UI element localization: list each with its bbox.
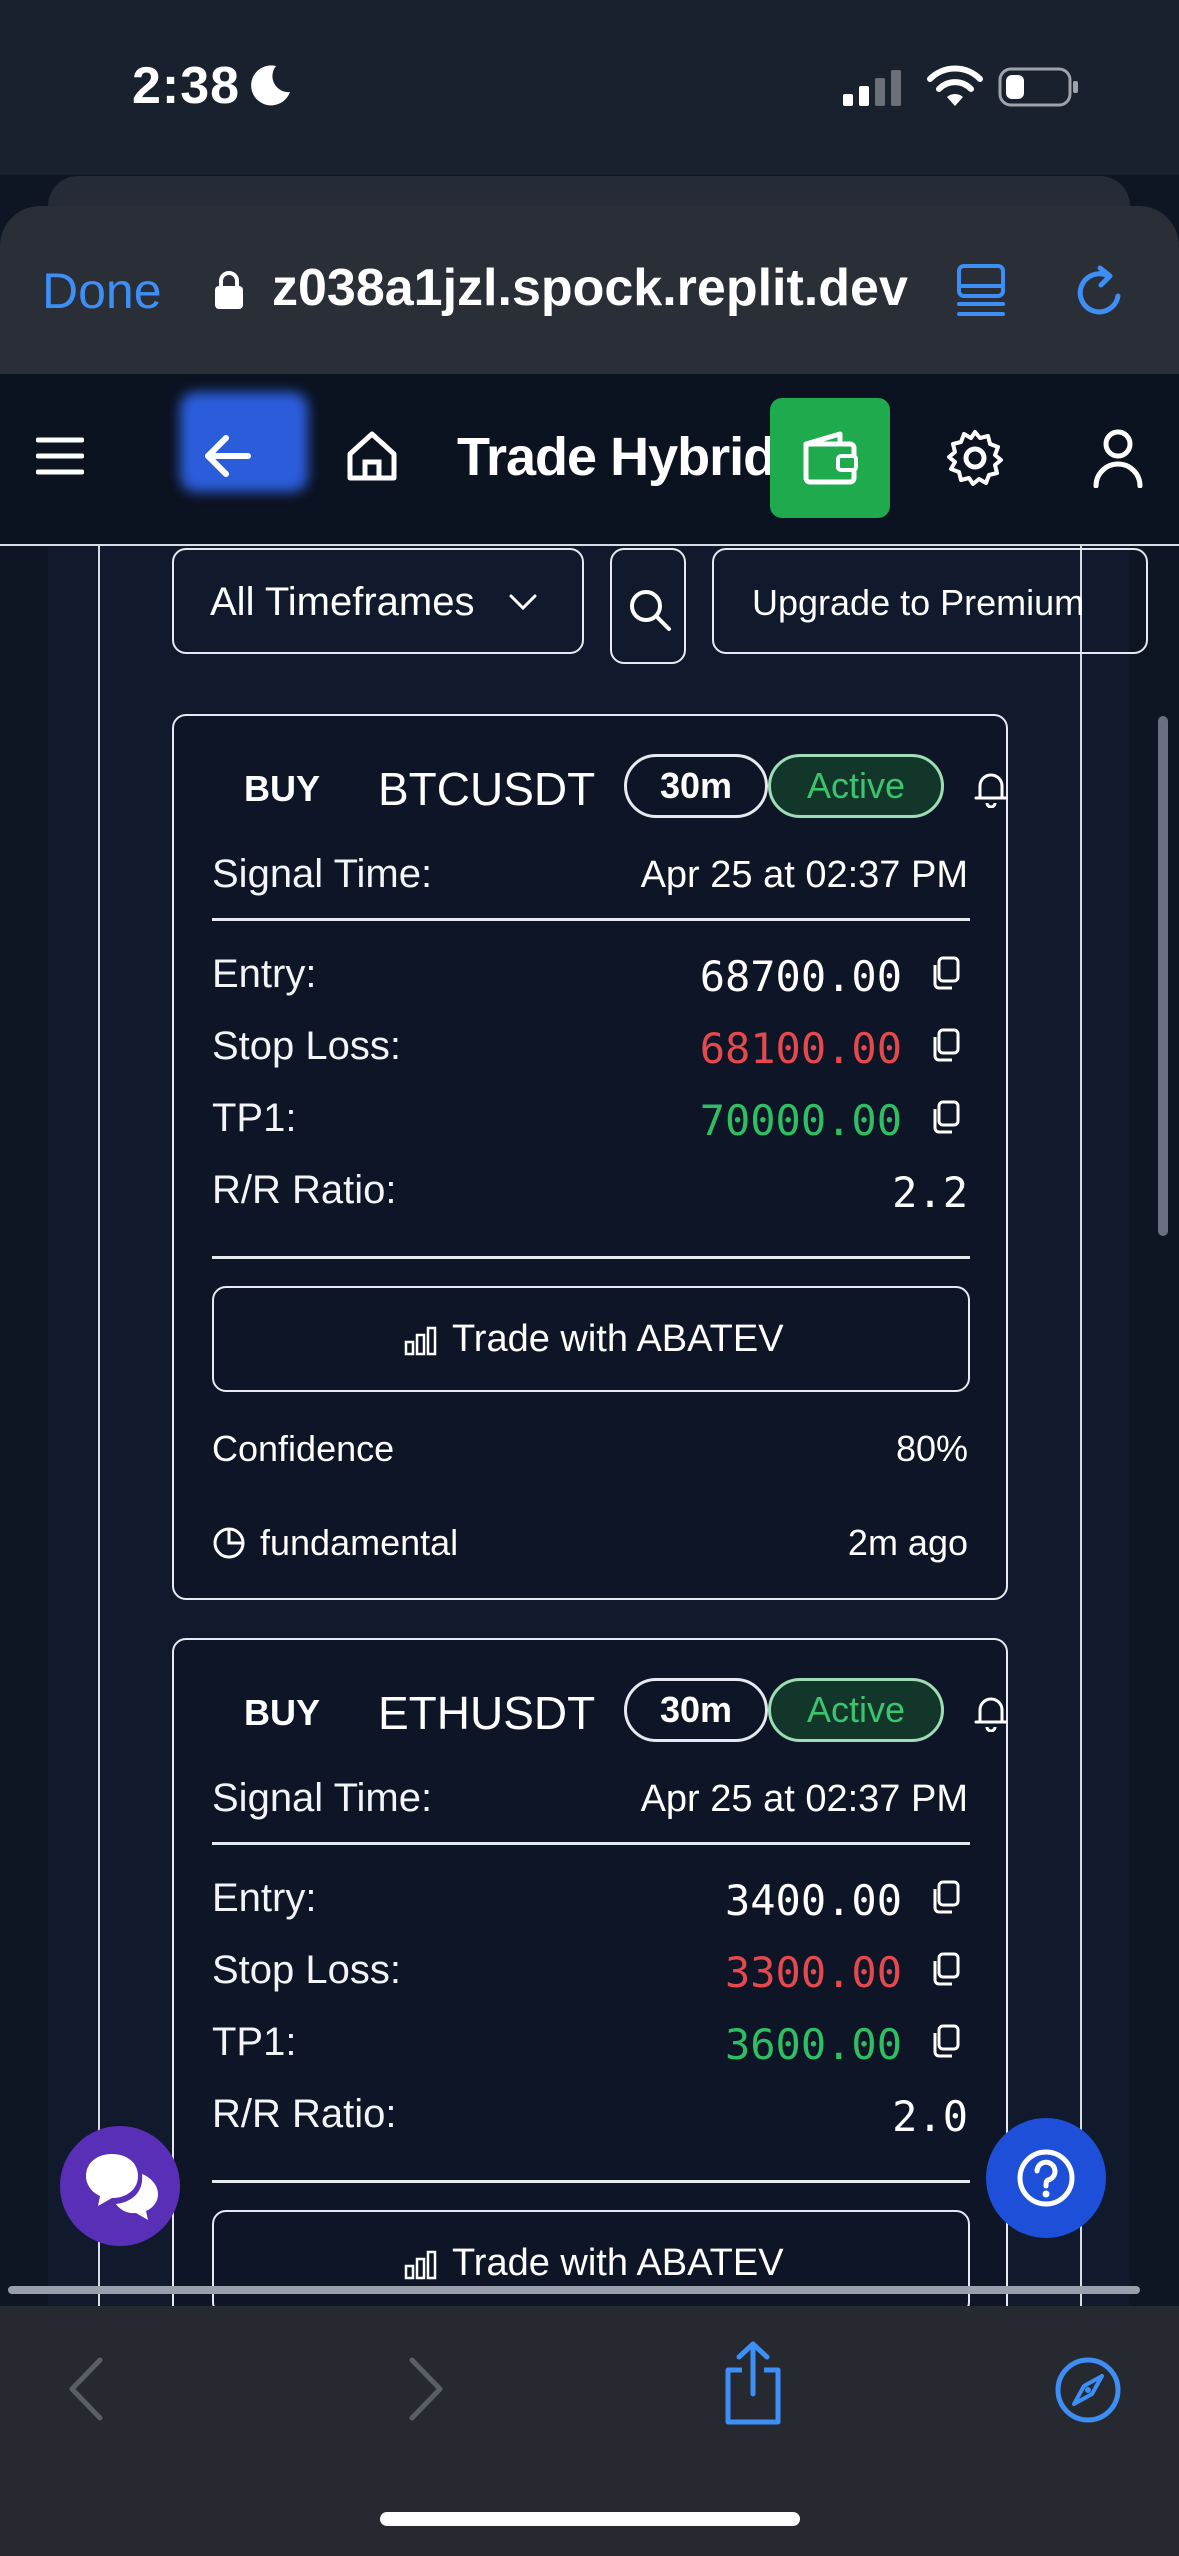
chat-button[interactable] bbox=[60, 2126, 180, 2246]
divider bbox=[212, 1842, 970, 1845]
signal-icon bbox=[843, 70, 901, 106]
panel-border-right bbox=[1080, 546, 1082, 2306]
nav-forward-icon[interactable] bbox=[406, 2356, 446, 2422]
home-icon[interactable] bbox=[344, 428, 400, 484]
entry-label: Entry: bbox=[212, 952, 317, 996]
lock-icon bbox=[215, 271, 243, 309]
signal-side: BUY bbox=[244, 768, 321, 809]
help-button[interactable] bbox=[986, 2118, 1106, 2238]
time-ago: 2m ago bbox=[847, 1522, 968, 1563]
confidence-value: 80% bbox=[895, 1428, 968, 1469]
bar-chart-icon bbox=[404, 2250, 437, 2280]
signal-time-label: Signal Time: bbox=[212, 852, 433, 896]
signal-symbol: BTCUSDT bbox=[378, 763, 596, 815]
user-icon[interactable] bbox=[1092, 428, 1144, 488]
signal-time-label: Signal Time: bbox=[212, 1776, 433, 1820]
status-badge: Active bbox=[768, 1678, 944, 1742]
confidence-label: Confidence bbox=[212, 1428, 395, 1469]
bar-chart-icon bbox=[404, 1326, 437, 1356]
scrollbar[interactable] bbox=[1158, 716, 1168, 1236]
timeframe-badge: 30m bbox=[624, 1678, 768, 1742]
page-scroll-indicator bbox=[8, 2286, 1140, 2294]
done-button[interactable]: Done bbox=[42, 262, 162, 320]
rr-value: 2.2 bbox=[892, 1168, 968, 1217]
rr-label: R/R Ratio: bbox=[212, 2092, 397, 2136]
divider bbox=[212, 918, 970, 921]
wifi-icon bbox=[927, 65, 983, 106]
status-badge: Active bbox=[768, 754, 944, 818]
trade-button-label: Trade with ABATEV bbox=[452, 1318, 784, 1360]
upgrade-premium-label: Upgrade to Premium bbox=[752, 582, 1085, 623]
compass-icon[interactable] bbox=[1054, 2356, 1122, 2424]
home-indicator[interactable] bbox=[380, 2512, 800, 2526]
stop-loss-label: Stop Loss: bbox=[212, 1024, 402, 1068]
signal-time-value: Apr 25 at 02:37 PM bbox=[640, 854, 968, 896]
wallet-icon bbox=[803, 431, 858, 485]
tp1-value: 70000.00 bbox=[699, 1096, 902, 1145]
menu-icon[interactable] bbox=[36, 436, 84, 476]
entry-value: 68700.00 bbox=[699, 952, 902, 1001]
gear-icon[interactable] bbox=[945, 428, 1005, 488]
chevron-down-icon bbox=[509, 594, 537, 611]
chat-icon bbox=[86, 2154, 158, 2220]
entry-label: Entry: bbox=[212, 1876, 317, 1920]
trade-button-label: Trade with ABATEV bbox=[452, 2242, 784, 2284]
clock-icon bbox=[213, 1527, 245, 1559]
reload-icon[interactable] bbox=[1070, 262, 1130, 322]
wallet-button[interactable] bbox=[770, 398, 890, 518]
copy-icon[interactable] bbox=[930, 1880, 960, 1914]
divider bbox=[212, 1256, 970, 1259]
timeframe-badge: 30m bbox=[624, 754, 768, 818]
copy-icon[interactable] bbox=[930, 1100, 960, 1134]
tp1-label: TP1: bbox=[212, 1096, 297, 1140]
reader-icon[interactable] bbox=[955, 262, 1007, 318]
signal-card: BUY BTCUSDT 30m Active Signal Time: Apr … bbox=[172, 714, 1008, 1600]
status-time: 2:38 bbox=[132, 57, 241, 115]
signal-card: BUY ETHUSDT 30m Active Signal Time: Apr … bbox=[172, 1638, 1008, 2306]
url-field[interactable]: z038a1jzl.spock.replit.dev bbox=[272, 258, 908, 318]
bell-icon[interactable] bbox=[974, 1692, 1008, 1732]
stop-loss-value: 3300.00 bbox=[724, 1948, 902, 1997]
trade-with-abatev-button[interactable]: Trade with ABATEV bbox=[212, 1286, 970, 1392]
divider bbox=[212, 2180, 970, 2183]
moon-icon bbox=[251, 65, 290, 106]
timeframe-select[interactable]: All Timeframes bbox=[172, 548, 584, 654]
search-button[interactable] bbox=[610, 548, 686, 664]
copy-icon[interactable] bbox=[930, 956, 960, 990]
copy-icon[interactable] bbox=[930, 2024, 960, 2058]
strategy-label: fundamental bbox=[260, 1522, 459, 1563]
copy-icon[interactable] bbox=[930, 1028, 960, 1062]
rr-label: R/R Ratio: bbox=[212, 1168, 397, 1212]
nav-back-icon[interactable] bbox=[66, 2356, 106, 2422]
upgrade-premium-button[interactable]: Upgrade to Premium bbox=[712, 548, 1148, 654]
panel-border-left bbox=[98, 546, 100, 2306]
signal-side: BUY bbox=[244, 1692, 321, 1733]
battery-icon bbox=[998, 67, 1078, 107]
tp1-label: TP1: bbox=[212, 2020, 297, 2064]
share-icon[interactable] bbox=[720, 2340, 786, 2426]
timeframe-select-label: All Timeframes bbox=[210, 580, 475, 624]
signal-time-value: Apr 25 at 02:37 PM bbox=[640, 1778, 968, 1820]
entry-value: 3400.00 bbox=[724, 1876, 902, 1925]
copy-icon[interactable] bbox=[930, 1952, 960, 1986]
help-icon bbox=[1017, 2149, 1075, 2207]
tp1-value: 3600.00 bbox=[724, 2020, 902, 2069]
signals-content: All Timeframes Upgrade to Premium BUY BT… bbox=[0, 546, 1179, 2306]
rr-value: 2.0 bbox=[892, 2092, 968, 2141]
back-arrow-icon[interactable] bbox=[202, 430, 254, 482]
stop-loss-value: 68100.00 bbox=[699, 1024, 902, 1073]
stop-loss-label: Stop Loss: bbox=[212, 1948, 402, 1992]
search-icon bbox=[630, 590, 671, 631]
signal-symbol: ETHUSDT bbox=[378, 1687, 596, 1739]
bell-icon[interactable] bbox=[974, 768, 1008, 808]
app-title: Trade Hybrid bbox=[457, 427, 776, 487]
